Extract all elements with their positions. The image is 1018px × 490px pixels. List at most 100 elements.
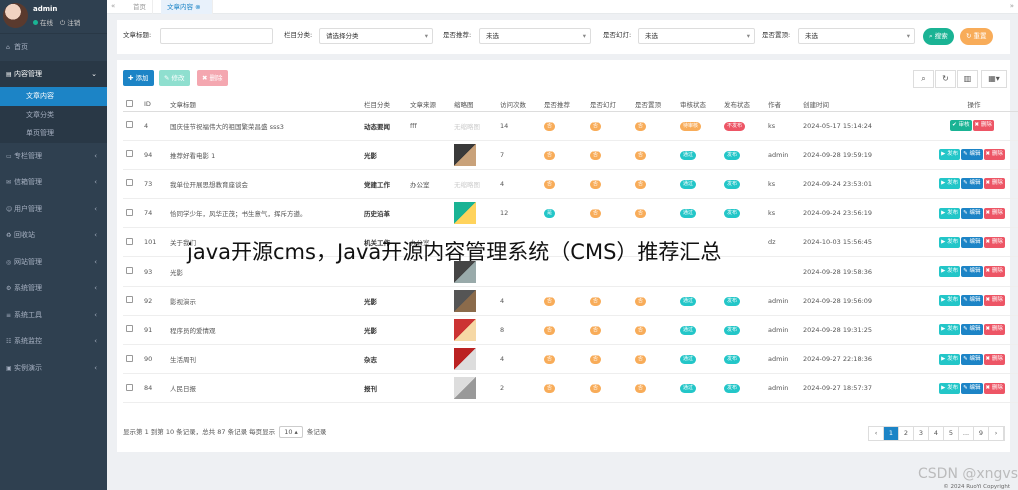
- row-checkbox[interactable]: [126, 325, 133, 333]
- sidebar-item[interactable]: ⌂ 首页: [0, 34, 107, 61]
- sidebar-item[interactable]: ♻ 回收站 ‹: [0, 222, 107, 249]
- delete-row-button[interactable]: ✖ 删除: [983, 324, 1005, 336]
- row-checkbox[interactable]: [126, 179, 133, 187]
- row-checkbox[interactable]: [126, 296, 133, 304]
- publish-button[interactable]: ▶ 发布: [939, 236, 961, 248]
- top-select[interactable]: 未选 ▾: [798, 28, 915, 44]
- delete-row-button[interactable]: ✖ 删除: [983, 295, 1005, 307]
- edit-row-button[interactable]: ✎ 编辑: [961, 266, 983, 278]
- row-checkbox[interactable]: [126, 354, 133, 362]
- row-select-cell[interactable]: [123, 169, 141, 200]
- tab-home[interactable]: 首页: [127, 0, 153, 14]
- tab-scroll-left-icon[interactable]: «: [111, 2, 115, 10]
- publish-button[interactable]: ▶ 发布: [939, 324, 961, 336]
- sidebar-item[interactable]: ✉ 信箱管理 ‹: [0, 169, 107, 196]
- table-row[interactable]: 73 我单位开展思想教育座谈会 党建工作 办公室 无缩略图 4 否否否通过 发布 ks 2024-…: [123, 169, 1018, 200]
- close-icon[interactable]: ⊗: [195, 3, 200, 11]
- sidebar-item[interactable]: ◎ 网站管理 ‹: [0, 249, 107, 276]
- title-input[interactable]: [160, 28, 273, 44]
- page-link[interactable]: 4: [929, 427, 944, 440]
- page-size-select[interactable]: 10 ▴: [279, 426, 303, 438]
- export-icon[interactable]: ▦▾: [981, 70, 1007, 88]
- edit-row-button[interactable]: ✎ 编辑: [961, 207, 983, 219]
- edit-row-button[interactable]: ✎ 编辑: [961, 178, 983, 190]
- row-select-cell[interactable]: [123, 373, 141, 404]
- table-row[interactable]: 74 恰同学少年，风华正茂；书生意气，挥斥方遒。 历史沿革 12 是 否 否 通过 发布 ks 20…: [123, 198, 1018, 229]
- row-select-cell[interactable]: [123, 256, 141, 287]
- delete-row-button[interactable]: ✖ 删除: [983, 149, 1005, 161]
- search-button[interactable]: ⌕ 搜索: [923, 28, 954, 45]
- edit-row-button[interactable]: ✎ 编辑: [961, 382, 983, 394]
- delete-row-button[interactable]: ✖ 删除: [972, 120, 994, 132]
- delete-row-button[interactable]: ✖ 删除: [983, 266, 1005, 278]
- sidebar-subitem[interactable]: 单页管理: [0, 124, 107, 143]
- row-checkbox[interactable]: [126, 237, 133, 245]
- avatar[interactable]: [3, 3, 28, 28]
- sidebar-subitem[interactable]: 文章内容: [0, 87, 107, 106]
- row-select-cell[interactable]: [123, 315, 141, 346]
- search-toggle-icon[interactable]: ⌕: [913, 70, 934, 88]
- refresh-icon[interactable]: ↻: [935, 70, 956, 88]
- row-checkbox[interactable]: [126, 267, 133, 275]
- logout-link[interactable]: ⏻ 注销: [60, 19, 80, 27]
- row-select-cell[interactable]: [123, 140, 141, 170]
- row-select-cell[interactable]: [123, 111, 141, 141]
- sidebar-item[interactable]: ≡ 系统工具 ‹: [0, 302, 107, 329]
- reset-button[interactable]: ↻ 重置: [960, 28, 993, 45]
- columns-icon[interactable]: ▥: [957, 70, 978, 88]
- delete-row-button[interactable]: ✖ 删除: [983, 178, 1005, 190]
- edit-row-button[interactable]: ✎ 编辑: [961, 236, 983, 248]
- row-select-cell[interactable]: [123, 227, 141, 258]
- table-row[interactable]: 4 国庆佳节祝福伟大的祖国繁荣昌盛 sss3 动态要闻 fff 无缩略图 14 否否否待审核…: [123, 111, 1018, 141]
- publish-button[interactable]: ▶ 发布: [939, 266, 961, 278]
- row-checkbox[interactable]: [126, 208, 133, 216]
- delete-button[interactable]: ✖ 删除: [197, 70, 228, 86]
- page-link[interactable]: ‹: [869, 427, 884, 440]
- audit-button[interactable]: ✔ 审核: [950, 120, 972, 132]
- select-all-cell[interactable]: [123, 98, 141, 112]
- page-link[interactable]: 5: [944, 427, 959, 440]
- publish-button[interactable]: ▶ 发布: [939, 295, 961, 307]
- publish-button[interactable]: ▶ 发布: [939, 178, 961, 190]
- edit-row-button[interactable]: ✎ 编辑: [961, 353, 983, 365]
- table-row[interactable]: 92 影视演示 光影 4 否否否通过 发布 admin 2024-09-28 19:56:09…: [123, 286, 1018, 316]
- page-link[interactable]: ›: [989, 427, 1004, 440]
- slide-select[interactable]: 未选 ▾: [638, 28, 755, 44]
- page-link[interactable]: 2: [899, 427, 914, 440]
- page-link[interactable]: ...: [959, 427, 974, 440]
- select-all-checkbox[interactable]: [126, 99, 133, 107]
- publish-button[interactable]: ▶ 发布: [939, 382, 961, 394]
- sidebar-item[interactable]: ▤ 内容管理 ⌄: [0, 60, 107, 87]
- row-checkbox[interactable]: [126, 383, 133, 391]
- table-row[interactable]: 94 推荐好看电影 1 光影 7 否否否通过 发布 admin 2024-09-28 19:5…: [123, 140, 1018, 170]
- publish-button[interactable]: ▶ 发布: [939, 353, 961, 365]
- sidebar-item[interactable]: ▣ 实例演示 ‹: [0, 355, 107, 382]
- edit-button[interactable]: ✎ 修改: [159, 70, 190, 86]
- edit-row-button[interactable]: ✎ 编辑: [961, 324, 983, 336]
- sidebar-subitem[interactable]: 文章分类: [0, 105, 107, 124]
- delete-row-button[interactable]: ✖ 删除: [983, 207, 1005, 219]
- page-link[interactable]: 3: [914, 427, 929, 440]
- page-link[interactable]: 1: [884, 427, 899, 440]
- sidebar-item[interactable]: ☷ 系统监控 ‹: [0, 328, 107, 355]
- recommend-select[interactable]: 未选 ▾: [479, 28, 591, 44]
- sidebar-item[interactable]: ⚙ 系统管理 ‹: [0, 275, 107, 302]
- edit-row-button[interactable]: ✎ 编辑: [961, 149, 983, 161]
- delete-row-button[interactable]: ✖ 删除: [983, 382, 1005, 394]
- edit-row-button[interactable]: ✎ 编辑: [961, 295, 983, 307]
- sidebar-item[interactable]: ☺ 用户管理 ‹: [0, 196, 107, 223]
- table-row[interactable]: 91 程序员的爱情观 光影 8 否否否通过 发布 admin 2024-09-28 19:31…: [123, 315, 1018, 346]
- row-select-cell[interactable]: [123, 344, 141, 375]
- page-link[interactable]: 9: [974, 427, 989, 440]
- row-select-cell[interactable]: [123, 198, 141, 229]
- publish-button[interactable]: ▶ 发布: [939, 207, 961, 219]
- add-button[interactable]: ✚ 添加: [123, 70, 154, 86]
- tab-article-content[interactable]: 文章内容 ⊗: [161, 0, 213, 14]
- table-row[interactable]: 90 生活周刊 杂志 4 否否否通过 发布 admin 2024-09-27 22:18:36…: [123, 344, 1018, 375]
- delete-row-button[interactable]: ✖ 删除: [983, 236, 1005, 248]
- tab-scroll-right-icon[interactable]: »: [1010, 2, 1014, 10]
- row-checkbox[interactable]: [126, 121, 133, 129]
- row-checkbox[interactable]: [126, 150, 133, 158]
- table-row[interactable]: 84 人民日报 报刊 2 否否否通过 发布 admin 2024-09-27 18:57:37…: [123, 373, 1018, 404]
- publish-button[interactable]: ▶ 发布: [939, 149, 961, 161]
